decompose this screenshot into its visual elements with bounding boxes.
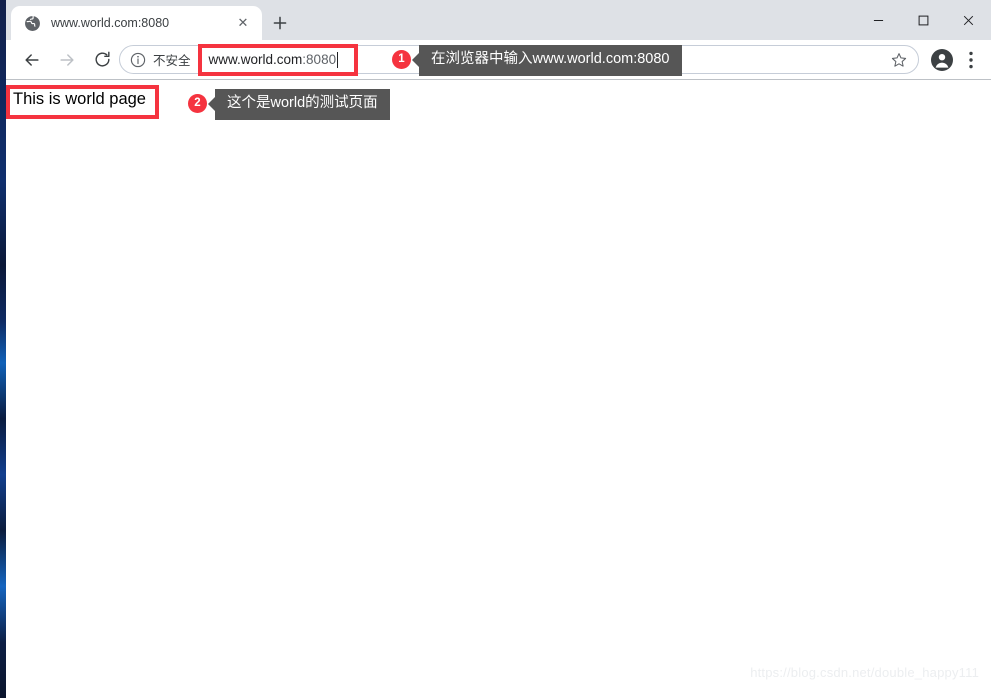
window-controls: [856, 0, 991, 40]
annotation-callout-1: 在浏览器中输入www.world.com:8080: [412, 45, 682, 76]
browser-tab[interactable]: www.world.com:8080 ✕: [11, 6, 262, 40]
three-dot-menu-icon[interactable]: [961, 48, 981, 72]
page-viewport: This is world page https://blog.csdn.net…: [6, 80, 991, 698]
close-window-button[interactable]: [946, 0, 991, 40]
back-arrow-icon[interactable]: [18, 46, 46, 74]
annotation-callout-2: 这个是world的测试页面: [208, 89, 390, 120]
close-icon[interactable]: ✕: [233, 13, 253, 33]
text-cursor: [337, 51, 339, 68]
forward-arrow-icon[interactable]: [53, 46, 81, 74]
star-icon[interactable]: [890, 51, 908, 69]
reload-icon[interactable]: [88, 46, 116, 74]
minimize-button[interactable]: [856, 0, 901, 40]
maximize-button[interactable]: [901, 0, 946, 40]
omnibox-divider: [199, 51, 201, 68]
annotation-badge-2: 2: [188, 94, 207, 113]
account-avatar-icon[interactable]: [930, 48, 954, 72]
url-host: www.world.com: [208, 52, 303, 67]
new-tab-button[interactable]: [268, 11, 292, 35]
url-port: :8080: [302, 52, 337, 67]
tab-title: www.world.com:8080: [51, 16, 170, 30]
info-circle-icon: [130, 52, 146, 68]
tab-strip: www.world.com:8080 ✕: [6, 0, 991, 40]
security-label: 不安全: [153, 54, 191, 68]
globe-icon: [24, 15, 41, 32]
browser-window: www.world.com:8080 ✕ 不安全 www.world.com:…: [6, 0, 991, 698]
page-heading: This is world page: [13, 90, 146, 108]
annotation-badge-1: 1: [392, 50, 411, 69]
url-input[interactable]: www.world.com:8080: [208, 51, 339, 68]
watermark-text: https://blog.csdn.net/double_happy111: [750, 665, 979, 680]
security-chip[interactable]: 不安全: [130, 50, 191, 69]
